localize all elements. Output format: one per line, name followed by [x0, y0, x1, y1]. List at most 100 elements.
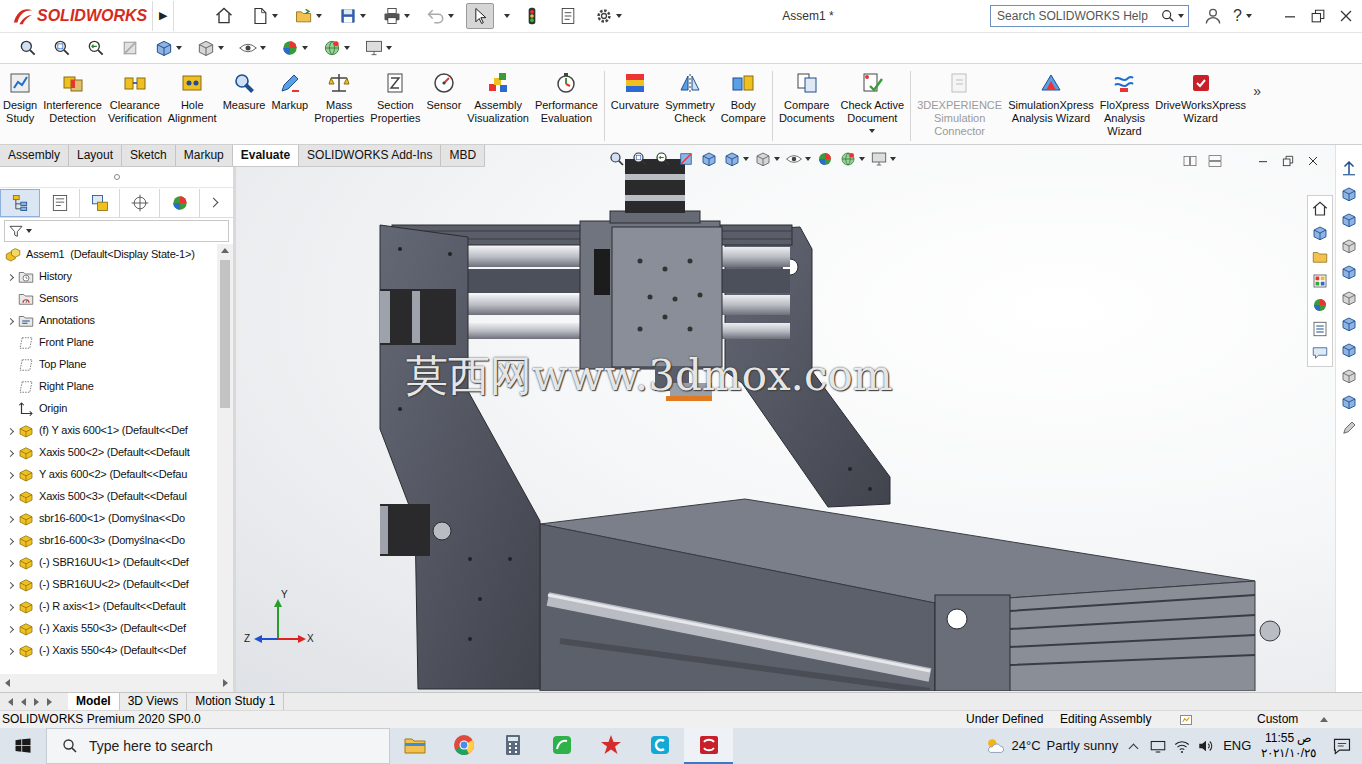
menu-flyout-button[interactable]: ▶	[152, 1, 174, 31]
forum-icon[interactable]	[1311, 344, 1329, 362]
handle-dot-icon[interactable]	[114, 174, 120, 180]
document-tab[interactable]: Motion Study 1	[187, 693, 284, 710]
right-view-icon[interactable]	[1340, 263, 1358, 281]
ribbon-button[interactable]: InterferenceDetection	[40, 71, 105, 125]
file-explorer-icon[interactable]	[1311, 248, 1329, 266]
time-text[interactable]: 11:55 ص	[1265, 731, 1312, 746]
tree-item-label[interactable]: Top Plane	[39, 358, 86, 371]
units-menu-arrow-icon[interactable]	[1320, 717, 1328, 722]
expand-toggle[interactable]	[4, 473, 17, 478]
command-tab-label[interactable]: Layout	[77, 148, 113, 162]
ribbon-button[interactable]: Measure	[220, 71, 269, 112]
dropdown-caret-icon[interactable]	[448, 14, 454, 18]
edit-appearance-button[interactable]	[276, 35, 312, 61]
zoom-area-button[interactable]	[48, 35, 76, 61]
dropdown-caret-icon[interactable]	[404, 14, 410, 18]
display-manager-icon[interactable]	[170, 193, 190, 213]
edit-appearance-icon[interactable]	[816, 150, 834, 168]
view-settings-icon[interactable]	[364, 38, 384, 58]
wifi-icon[interactable]	[1173, 737, 1191, 755]
dropdown-caret-icon[interactable]	[176, 46, 182, 50]
status-icon[interactable]	[1178, 712, 1194, 728]
tree-item[interactable]: Right Plane	[0, 376, 217, 398]
tree-item-label[interactable]: (-) Xaxis 550<4> (Default<<Def	[39, 644, 186, 657]
command-tab-label[interactable]: SOLIDWORKS Add-Ins	[307, 148, 432, 162]
tree-item[interactable]: sbr16-600<3> (Domyślna<<Do	[0, 530, 217, 552]
dropdown-caret-icon[interactable]	[26, 229, 32, 233]
rebuild-status[interactable]	[1170, 712, 1257, 728]
command-tab[interactable]: SOLIDWORKS Add-Ins	[299, 145, 441, 166]
tree-item-label[interactable]: (-) Xaxis 550<3> (Default<<Def	[39, 622, 186, 635]
dropdown-caret-icon[interactable]	[774, 157, 780, 161]
hide-show-items-button[interactable]	[785, 150, 811, 168]
start-button[interactable]	[0, 728, 46, 764]
solidworks-logo[interactable]: SOLIDWORKS	[0, 0, 152, 32]
funnel-icon[interactable]	[8, 223, 24, 239]
ribbon-button[interactable]: 3DEXPERIENCESimulationConnector	[914, 71, 1005, 138]
ribbon-overflow-text[interactable]: »	[1253, 83, 1261, 99]
network-icon[interactable]	[1149, 737, 1167, 755]
manager-tab[interactable]	[80, 189, 120, 217]
zoom-to-fit-button[interactable]	[608, 150, 626, 168]
solidworks-resources-icon[interactable]	[1311, 200, 1329, 218]
minimize-icon[interactable]	[1255, 153, 1271, 169]
bottom-view-icon[interactable]	[1340, 393, 1358, 411]
explorer-icon[interactable]	[403, 733, 427, 757]
taskbar-app[interactable]	[586, 728, 635, 764]
command-tab[interactable]: Sketch	[122, 145, 176, 166]
tree-item-label[interactable]: (-) SBR16UU<2> (Default<<Def	[39, 578, 189, 591]
red-icon[interactable]	[599, 733, 623, 757]
document-tab-label[interactable]: Model	[76, 694, 111, 708]
isometric-view-icon[interactable]	[1340, 185, 1358, 203]
custom-properties-icon[interactable]	[1311, 320, 1329, 338]
display-style-button[interactable]	[754, 150, 780, 168]
filter-field[interactable]	[4, 220, 229, 242]
dropdown-caret-icon[interactable]	[1246, 14, 1252, 18]
command-tab[interactable]: Markup	[176, 145, 233, 166]
expand-arrow-icon[interactable]	[7, 581, 14, 588]
expand-toggle[interactable]	[4, 583, 17, 588]
next-tab-icon[interactable]	[34, 698, 39, 706]
expand-arrow-icon[interactable]	[7, 559, 14, 566]
dropdown-caret-icon[interactable]	[302, 46, 308, 50]
hide-show-button[interactable]	[234, 35, 270, 61]
traffic-light-icon[interactable]	[522, 6, 542, 26]
more-tabs-chevron-icon[interactable]	[209, 198, 219, 208]
tree-item-label[interactable]: sbr16-600<1> (Domyślna<<Do	[39, 512, 185, 525]
hide-show-items-icon[interactable]	[785, 150, 803, 168]
dropdown-caret-icon[interactable]	[743, 157, 749, 161]
restore-icon[interactable]	[1280, 153, 1296, 169]
manager-tab[interactable]	[120, 189, 160, 217]
back-view-icon[interactable]	[1340, 367, 1358, 385]
file-properties-icon[interactable]	[558, 6, 578, 26]
dimetric-view-icon[interactable]	[1340, 315, 1358, 333]
dynamic-annotation-button[interactable]	[700, 150, 718, 168]
tree-root[interactable]: Assem1 (Default<Display State-1>)	[0, 244, 217, 266]
green-icon[interactable]	[550, 733, 574, 757]
zoom-to-fit-icon[interactable]	[608, 150, 626, 168]
expand-toggle[interactable]	[4, 627, 17, 632]
display-style-icon[interactable]	[196, 38, 216, 58]
tree-item[interactable]: Top Plane	[0, 354, 217, 376]
notifications[interactable]	[1322, 728, 1362, 764]
expand-arrow-icon[interactable]	[7, 537, 14, 544]
hide-show-icon[interactable]	[238, 38, 258, 58]
tree-item[interactable]: Xaxis 500<2> (Default<<Default	[0, 442, 217, 464]
expand-arrow-icon[interactable]	[7, 273, 14, 280]
scroll-left-icon[interactable]	[5, 679, 10, 687]
open-button[interactable]	[290, 3, 326, 29]
newdoc-icon[interactable]	[250, 6, 270, 26]
print-icon[interactable]	[382, 6, 402, 26]
taskbar-app[interactable]	[439, 728, 488, 764]
view-orientation-button[interactable]	[723, 150, 749, 168]
expand-arrow-icon[interactable]	[7, 515, 14, 522]
manager-tab[interactable]	[0, 189, 40, 217]
section-view-button[interactable]	[677, 150, 695, 168]
tree-item-label[interactable]: History	[39, 270, 72, 283]
feature-manager-icon[interactable]	[10, 193, 30, 213]
save-button[interactable]	[334, 3, 370, 29]
command-tab-label[interactable]: Evaluate	[241, 148, 290, 162]
scroll-thumb[interactable]	[220, 260, 230, 408]
weather-text[interactable]: Partly sunny	[1047, 738, 1119, 754]
expand-toggle[interactable]	[4, 319, 17, 324]
